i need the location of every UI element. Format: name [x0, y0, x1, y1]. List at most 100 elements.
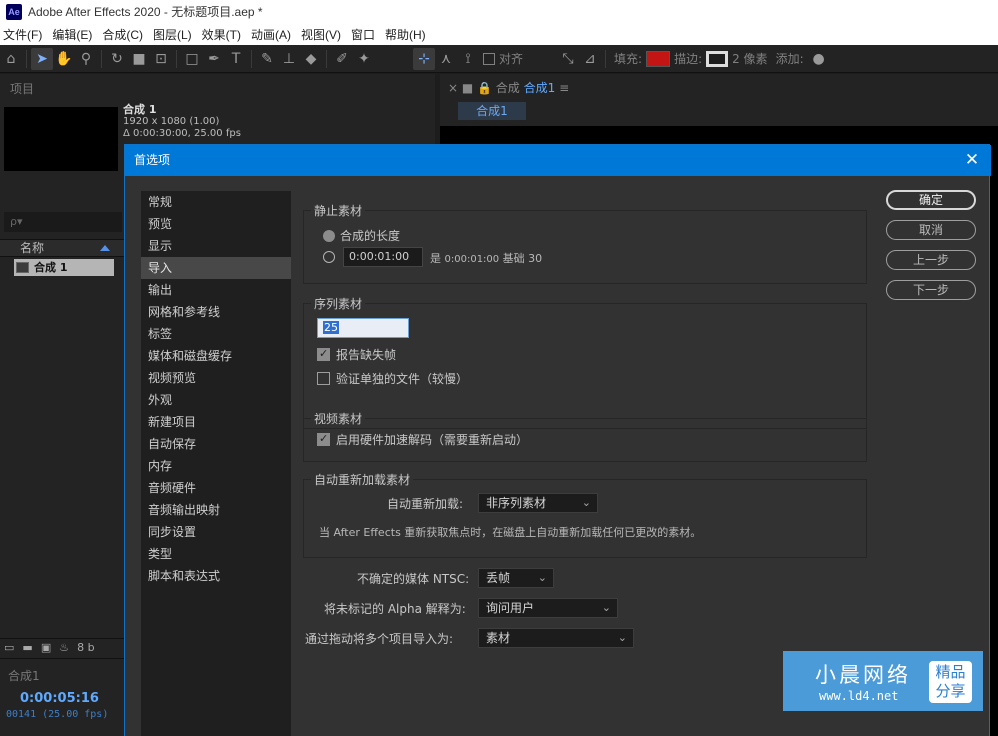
toolbar-divider	[176, 49, 177, 68]
project-item-row[interactable]: 合成 1	[14, 259, 114, 276]
menu-help[interactable]: 帮助(H)	[380, 26, 431, 43]
menu-view[interactable]: 视图(V)	[296, 26, 346, 43]
group-border	[303, 210, 867, 211]
still-duration-field[interactable]: 0:00:01:00	[343, 247, 423, 267]
category-display[interactable]: 显示	[141, 235, 291, 257]
current-frame-display: 00141 (25.00 fps)	[6, 709, 109, 720]
menu-file[interactable]: 文件(F)	[0, 26, 47, 43]
project-panel-tab[interactable]: 项目	[10, 80, 34, 97]
category-output[interactable]: 输出	[141, 279, 291, 301]
timeline-tab[interactable]: 合成1	[8, 667, 40, 684]
toolbar-divider	[605, 49, 607, 68]
menu-animation[interactable]: 动画(A)	[246, 26, 296, 43]
category-media-disk-cache[interactable]: 媒体和磁盘缓存	[141, 345, 291, 367]
world-axis-icon[interactable]: ⋏	[435, 48, 457, 70]
auto-reload-dropdown[interactable]: 非序列素材 ⌄	[478, 493, 598, 513]
zoom-tool-icon[interactable]: ⚲	[75, 48, 97, 70]
view-axis-icon[interactable]: ⟟	[457, 48, 479, 70]
viewer-tab[interactable]: × ■ 🔒 合成 合成1 ≡	[448, 79, 569, 96]
new-comp-icon[interactable]: ▣	[41, 641, 51, 654]
menu-layer[interactable]: 图层(L)	[148, 26, 197, 43]
snap-checkbox[interactable]	[483, 52, 495, 65]
chevron-down-icon: ⌄	[537, 571, 547, 584]
viewer-tab-name: 合成1	[523, 81, 556, 95]
puppet-tool-icon[interactable]: ✦	[353, 48, 375, 70]
brush-tool-icon[interactable]: ✎	[256, 48, 278, 70]
auto-reload-note: 当 After Effects 重新获取焦点时，在磁盘上自动重新加载任何已更改的…	[319, 526, 702, 539]
pen-tool-icon[interactable]: ✒	[203, 48, 225, 70]
next-button[interactable]: 下一步	[886, 280, 976, 300]
local-axis-icon[interactable]: ⊹	[413, 47, 435, 70]
snap-options-icon[interactable]: ⤡	[557, 48, 579, 70]
ok-button[interactable]: 确定	[886, 190, 976, 210]
interpret-footage-icon[interactable]: ▭	[4, 641, 14, 654]
cancel-button[interactable]: 取消	[886, 220, 976, 240]
category-audio-output-mapping[interactable]: 音频输出映射	[141, 499, 291, 521]
report-missing-frames-checkbox[interactable]	[317, 347, 330, 361]
ntsc-dropdown[interactable]: 丢帧 ⌄	[478, 568, 554, 588]
project-item-name: 合成 1	[34, 261, 68, 274]
close-icon[interactable]: ✕	[963, 151, 981, 169]
category-appearance[interactable]: 外观	[141, 389, 291, 411]
category-new-project[interactable]: 新建项目	[141, 411, 291, 433]
category-import[interactable]: 导入	[141, 257, 291, 279]
alpha-dropdown[interactable]: 询问用户 ⌄	[478, 598, 618, 618]
category-labels[interactable]: 标签	[141, 323, 291, 345]
category-scripting-expressions[interactable]: 脚本和表达式	[141, 565, 291, 587]
category-grids-guides[interactable]: 网格和参考线	[141, 301, 291, 323]
pan-behind-tool-icon[interactable]: ⊡	[150, 48, 172, 70]
category-general[interactable]: 常规	[141, 191, 291, 213]
viewer-comp-subtab[interactable]: 合成1	[458, 102, 526, 120]
hand-tool-icon[interactable]: ✋	[53, 48, 75, 70]
category-audio-hardware[interactable]: 音频硬件	[141, 477, 291, 499]
eraser-tool-icon[interactable]: ◆	[300, 48, 322, 70]
duration-note-value: 0:00:01:00	[444, 254, 500, 265]
category-previews[interactable]: 预览	[141, 213, 291, 235]
hw-decode-checkbox[interactable]	[317, 432, 330, 446]
rectangle-tool-icon[interactable]: □	[181, 48, 203, 70]
toolbar-divider	[326, 49, 327, 68]
menu-effect[interactable]: 效果(T)	[197, 26, 246, 43]
new-folder-icon[interactable]: ▬	[22, 641, 32, 654]
type-tool-icon[interactable]: T	[225, 48, 247, 70]
clone-stamp-tool-icon[interactable]: ⊥	[278, 48, 300, 70]
snap-options-2-icon[interactable]: ⊿	[579, 48, 601, 70]
watermark-badge-line1: 精品	[935, 663, 966, 681]
flowchart-icon[interactable]: ♨	[59, 641, 69, 654]
category-sync-settings[interactable]: 同步设置	[141, 521, 291, 543]
stroke-width[interactable]: 2 像素	[732, 50, 767, 67]
sequence-footage-label: 序列素材	[311, 295, 366, 312]
category-type[interactable]: 类型	[141, 543, 291, 565]
ntsc-value: 丢帧	[486, 571, 511, 585]
comp-length-radio[interactable]	[323, 230, 335, 242]
comp-info-name: 合成 1	[123, 103, 157, 116]
custom-duration-radio[interactable]	[323, 251, 335, 263]
stroke-color-swatch[interactable]	[706, 50, 729, 67]
category-video-preview[interactable]: 视频预览	[141, 367, 291, 389]
roto-brush-tool-icon[interactable]: ✐	[331, 48, 353, 70]
verify-files-checkbox[interactable]	[317, 372, 330, 385]
rotate-tool-icon[interactable]: ↻	[106, 48, 128, 70]
project-search-input[interactable]: ρ▾	[4, 212, 122, 232]
composition-icon	[16, 262, 29, 273]
category-memory[interactable]: 内存	[141, 455, 291, 477]
drag-import-dropdown[interactable]: 素材 ⌄	[478, 628, 634, 648]
home-icon[interactable]: ⌂	[0, 48, 22, 70]
name-column-header[interactable]: 名称	[0, 239, 125, 257]
camera-tool-icon[interactable]: ■	[128, 48, 150, 70]
sequence-fps-field[interactable]: 25	[317, 318, 409, 338]
title-bar: Ae Adobe After Effects 2020 - 无标题项目.aep …	[0, 0, 998, 23]
menu-composition[interactable]: 合成(C)	[97, 26, 148, 43]
menu-edit[interactable]: 编辑(E)	[47, 26, 97, 43]
bit-depth-label[interactable]: 8 b	[77, 641, 94, 654]
menu-window[interactable]: 窗口	[346, 26, 380, 43]
add-dropdown-icon[interactable]: ●	[808, 48, 830, 70]
current-time-display[interactable]: 0:00:05:16	[20, 691, 99, 706]
category-auto-save[interactable]: 自动保存	[141, 433, 291, 455]
previous-button[interactable]: 上一步	[886, 250, 976, 270]
selection-tool-icon[interactable]: ➤	[31, 47, 53, 70]
window-title: Adobe After Effects 2020 - 无标题项目.aep *	[28, 5, 263, 19]
fill-color-swatch[interactable]	[646, 50, 671, 67]
drag-import-label: 通过拖动将多个项目导入为:	[305, 632, 454, 646]
app-logo-icon: Ae	[6, 3, 22, 20]
